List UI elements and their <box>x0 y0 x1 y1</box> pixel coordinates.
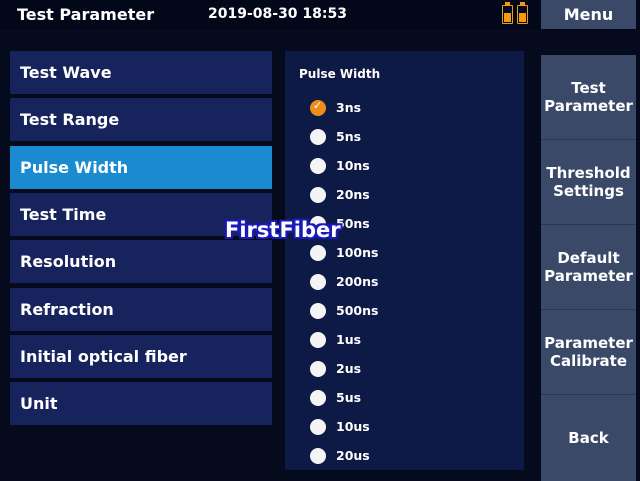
pulse-width-panel: Pulse Width 3ns 5ns 10ns 20ns 50ns 100ns… <box>285 51 524 470</box>
page-title: Test Parameter <box>17 5 155 24</box>
radio-icon[interactable] <box>310 158 326 174</box>
option-label: 3ns <box>336 100 362 115</box>
radio-icon[interactable] <box>310 390 326 406</box>
radio-icon[interactable] <box>310 303 326 319</box>
option-label: 50ns <box>336 216 370 231</box>
radio-icon[interactable] <box>310 361 326 377</box>
back-button[interactable]: Back <box>541 395 636 481</box>
option-label: 20ns <box>336 187 370 202</box>
left-item-initial-optical-fiber[interactable]: Initial optical fiber <box>10 335 272 378</box>
option-label: 500ns <box>336 303 379 318</box>
radio-checked-icon[interactable] <box>310 99 326 116</box>
default-parameter-button[interactable]: Default Parameter <box>541 225 636 309</box>
radio-icon[interactable] <box>310 448 326 464</box>
left-item-test-range[interactable]: Test Range <box>10 98 272 141</box>
threshold-settings-button[interactable]: Threshold Settings <box>541 140 636 224</box>
date-time: 2019-08-30 18:53 <box>208 6 347 22</box>
left-item-pulse-width[interactable]: Pulse Width <box>10 146 272 189</box>
radio-icon[interactable] <box>310 274 326 290</box>
left-item-refraction[interactable]: Refraction <box>10 288 272 331</box>
radio-icon[interactable] <box>310 129 326 145</box>
parameter-calibrate-button[interactable]: Parameter Calibrate <box>541 310 636 394</box>
radio-icon[interactable] <box>310 332 326 348</box>
radio-icon[interactable] <box>310 419 326 435</box>
option-label: 1us <box>336 332 362 347</box>
radio-icon[interactable] <box>310 187 326 203</box>
option-label: 10us <box>336 419 370 434</box>
watermark-logo: FirstFiber <box>225 218 341 242</box>
option-label: 100ns <box>336 245 379 260</box>
option-label: 5ns <box>336 129 362 144</box>
option-label: 2us <box>336 361 362 376</box>
left-item-test-wave[interactable]: Test Wave <box>10 51 272 94</box>
battery-icon <box>517 2 528 24</box>
left-item-resolution[interactable]: Resolution <box>10 240 272 283</box>
option-label: 10ns <box>336 158 370 173</box>
panel-title: Pulse Width <box>299 67 381 81</box>
option-label: 20us <box>336 448 370 463</box>
battery-icon <box>502 2 513 24</box>
menu-button[interactable]: Menu <box>541 0 636 29</box>
option-label: 200ns <box>336 274 379 289</box>
header-bar: Test Parameter 2019-08-30 18:53 Menu <box>0 0 640 30</box>
left-item-unit[interactable]: Unit <box>10 382 272 425</box>
option-label: 5us <box>336 390 362 405</box>
right-menu: Test Parameter Threshold Settings Defaul… <box>541 55 636 481</box>
test-parameter-button[interactable]: Test Parameter <box>541 55 636 139</box>
radio-icon[interactable] <box>310 245 326 261</box>
